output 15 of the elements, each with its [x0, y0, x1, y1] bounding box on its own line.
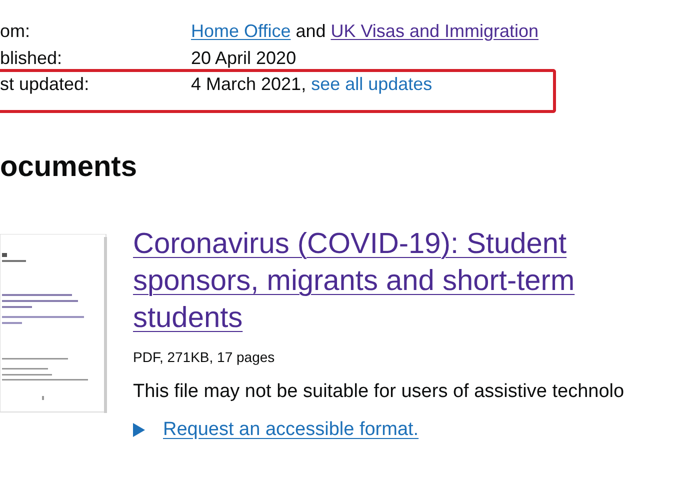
file-details: PDF, 271KB, 17 pages [133, 349, 276, 365]
document-title-link[interactable]: Coronavirus (COVID-19): Student sponsors, migrants and short-term students [133, 226, 633, 337]
metadata-link[interactable]: Home Office [191, 21, 291, 42]
request-format-link[interactable]: Request an accessible format. [163, 419, 419, 441]
metadata-label: om: [0, 21, 32, 42]
triangle-icon [133, 423, 145, 437]
metadata-label: st updated: [0, 74, 90, 95]
metadata-label: blished: [0, 48, 64, 69]
metadata-value: 20 April 2020 [191, 48, 296, 69]
section-heading: ocuments [0, 151, 138, 184]
metadata-value: 4 March 2021, [191, 74, 306, 95]
metadata-link[interactable]: UK Visas and Immigration [330, 21, 539, 42]
metadata-value: and [296, 21, 326, 42]
accessibility-notice: This file may not be suitable for users of assistive technolo [133, 381, 626, 403]
metadata-link[interactable]: see all updates [311, 74, 432, 95]
